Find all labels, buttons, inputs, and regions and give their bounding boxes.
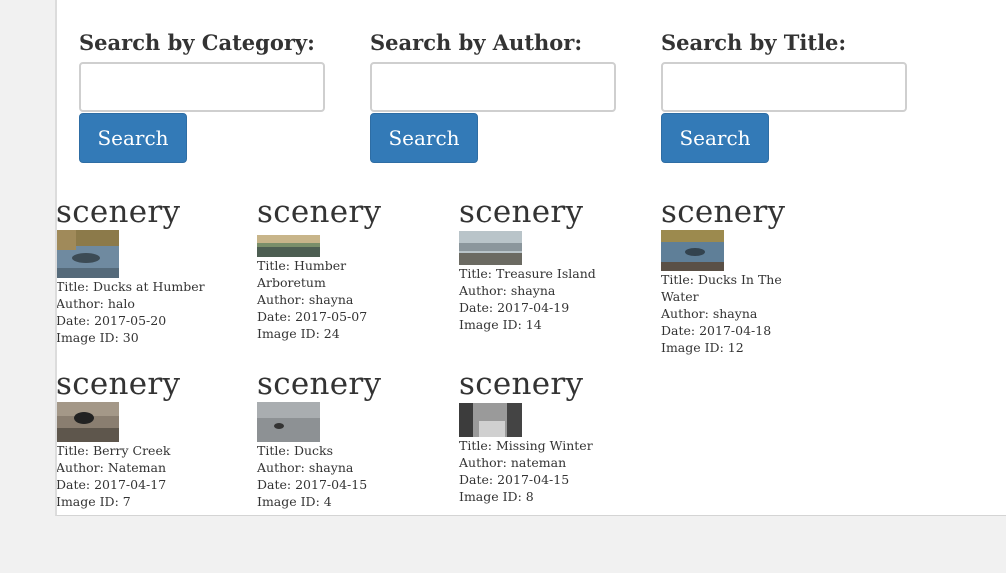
result-category: scenery	[56, 194, 181, 230]
category-search: Search by Category: Search	[79, 28, 329, 163]
title-search-button[interactable]: Search	[661, 113, 769, 163]
category-search-label: Search by Category:	[79, 30, 315, 55]
result-image-id: 24	[323, 326, 340, 341]
result-category: scenery	[257, 194, 382, 230]
result-date: 2017-05-07	[295, 309, 368, 324]
content-panel: Search by Category: Search Search by Aut…	[55, 0, 1006, 516]
result-card: scenery Title: Humber Arboretum Author: …	[257, 195, 447, 342]
result-title: Treasure Island	[495, 266, 596, 281]
result-date: 2017-04-15	[295, 477, 368, 492]
result-author: halo	[107, 296, 135, 311]
result-date: 2017-04-15	[497, 472, 570, 487]
author-search: Search by Author: Search	[370, 28, 620, 163]
result-image-id: 7	[122, 494, 131, 509]
result-image-id: 30	[122, 330, 139, 345]
result-author: shayna	[308, 292, 354, 307]
result-image-id: 4	[323, 494, 332, 509]
result-title: Ducks	[293, 443, 334, 458]
result-category: scenery	[459, 194, 584, 230]
result-author: nateman	[510, 455, 567, 470]
author-search-label: Search by Author:	[370, 30, 583, 55]
result-author: Nateman	[107, 460, 167, 475]
title-search: Search by Title: Search	[661, 28, 911, 163]
result-category: scenery	[257, 366, 382, 402]
result-category: scenery	[56, 366, 181, 402]
result-image-id: 12	[727, 340, 744, 355]
result-author: shayna	[712, 306, 758, 321]
result-title: Ducks at Humber	[92, 279, 205, 294]
result-author: shayna	[510, 283, 556, 298]
result-thumbnail[interactable]	[459, 403, 522, 437]
result-thumbnail[interactable]	[257, 235, 320, 257]
result-date: 2017-04-18	[699, 323, 772, 338]
author-search-button[interactable]: Search	[370, 113, 478, 163]
result-card: scenery Title: Berry Creek Author: Natem…	[56, 366, 246, 510]
result-card: scenery Title: Ducks Author: shayna Date…	[257, 367, 447, 510]
author-search-input[interactable]	[370, 62, 616, 112]
title-search-input[interactable]	[661, 62, 907, 112]
result-category: scenery	[661, 194, 786, 230]
result-author: shayna	[308, 460, 354, 475]
result-card: scenery Title: Treasure Island Author: s…	[459, 195, 649, 333]
result-thumbnail[interactable]	[459, 231, 522, 265]
result-thumbnail[interactable]	[661, 230, 724, 271]
result-category: scenery	[459, 366, 584, 402]
title-search-label: Search by Title:	[661, 30, 847, 55]
category-search-button[interactable]: Search	[79, 113, 187, 163]
result-date: 2017-04-17	[94, 477, 167, 492]
result-title: Berry Creek	[92, 443, 171, 458]
result-thumbnail[interactable]	[257, 402, 320, 442]
result-image-id: 14	[525, 317, 542, 332]
result-image-id: 8	[525, 489, 534, 504]
result-date: 2017-04-19	[497, 300, 570, 315]
result-date: 2017-05-20	[94, 313, 167, 328]
result-card: scenery Title: Ducks at Humber Author: h…	[56, 194, 246, 346]
result-thumbnail[interactable]	[57, 230, 119, 278]
result-title: Missing Winter	[495, 438, 593, 453]
category-search-input[interactable]	[79, 62, 325, 112]
result-card: scenery Title: Missing Winter Author: na…	[459, 367, 649, 505]
result-thumbnail[interactable]	[57, 402, 119, 442]
result-card: scenery Title: Ducks In The Water Author…	[661, 195, 851, 356]
